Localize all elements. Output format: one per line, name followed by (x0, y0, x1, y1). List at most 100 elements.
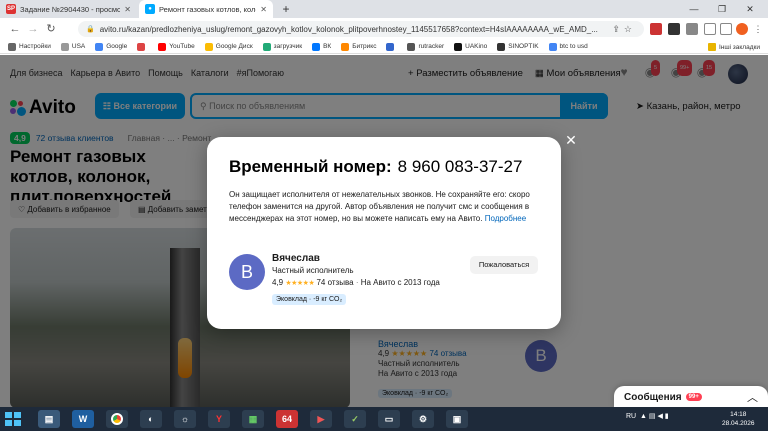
reviews-count[interactable]: 74 отзыва (316, 278, 353, 287)
share-star-icons[interactable]: ⇪☆ (612, 24, 636, 35)
bookmark[interactable]: Google Диск (204, 42, 253, 51)
app-64-icon[interactable]: 64 (276, 410, 298, 428)
tab-title: Ремонт газовых котлов, колонок (159, 4, 256, 14)
download-icon (262, 42, 271, 51)
windows-start-icon[interactable] (4, 411, 22, 427)
bookmark-label: Битрикс (352, 43, 377, 50)
vk-icon (312, 42, 321, 51)
bookmark-label: USA (71, 43, 86, 50)
forward-icon[interactable]: → (26, 22, 40, 36)
yandex-icon[interactable]: Y (208, 410, 230, 428)
rutracker-icon (407, 42, 416, 51)
bookmark[interactable]: USA (60, 42, 86, 51)
menu-icon[interactable]: ⋮ (752, 23, 764, 35)
google-icon (548, 42, 557, 51)
maximize-icon[interactable]: ❐ (708, 4, 736, 15)
seller-type: Частный исполнитель (272, 266, 354, 275)
bookmark-label: Настройки (19, 43, 51, 50)
clock[interactable]: 14:18 28.04.2026 (722, 410, 755, 428)
date: 28.04.2026 (722, 420, 755, 427)
tab-avito[interactable]: ● Ремонт газовых котлов, колонок ✕ (139, 0, 273, 18)
close-icon[interactable]: ✕ (563, 132, 579, 148)
bookmark-label: ВК (323, 43, 332, 50)
extension-icon[interactable] (668, 23, 680, 35)
more-link[interactable]: Подробнее (485, 214, 527, 223)
sp-icon: SP (6, 4, 16, 14)
close-icon[interactable]: ✕ (124, 5, 131, 14)
new-tab-button[interactable]: + (278, 1, 294, 17)
app-icon[interactable]: ▶ (310, 410, 332, 428)
lock-icon: 🔒 (86, 26, 95, 33)
chevron-up-icon[interactable]: ︿ (747, 389, 758, 405)
bookmark[interactable]: YouTube (158, 42, 195, 51)
bookmark-label: Інші закладки (718, 43, 760, 51)
messages-badge: 99+ (685, 393, 702, 401)
bookmark-label: btc to usd (559, 43, 588, 50)
bookmark[interactable]: ВК (312, 42, 332, 51)
bookmark-label: Google Диск (215, 43, 253, 50)
window-controls: — ❐ ✕ (680, 0, 764, 18)
bookmark[interactable]: Google (95, 42, 128, 51)
seller-name[interactable]: Вячеслав (272, 253, 440, 265)
seller-avatar[interactable]: В (229, 254, 265, 290)
close-icon[interactable]: ✕ (260, 5, 267, 14)
bookmark-label: rutracker (418, 43, 445, 50)
language-indicator[interactable]: RU (626, 413, 636, 420)
tab-title: Задание №2904430 - просмотр (20, 4, 121, 14)
seller-rating: 4,9 (272, 278, 284, 287)
complain-button[interactable]: Пожаловаться (470, 256, 538, 274)
bookmark-label: YouTube (169, 43, 195, 50)
sidepanel-icon[interactable] (720, 23, 732, 35)
seller-since: На Авито с 2013 года (360, 278, 440, 287)
profile-icon[interactable] (736, 23, 748, 35)
app-icon[interactable]: ☼ (174, 410, 196, 428)
modal-title: Временный номер: 8 960 083-37-27 (229, 157, 522, 177)
chrome-icon[interactable] (106, 410, 128, 428)
drive-icon (204, 42, 213, 51)
other-bookmarks[interactable]: Інші закладки (707, 40, 760, 54)
puzzle-icon[interactable] (704, 23, 716, 35)
messages-widget[interactable]: Сообщения 99+ ︿ (614, 386, 768, 408)
app-label: 64 (281, 414, 292, 424)
defender-icon[interactable]: W (72, 410, 94, 428)
windows-taskbar: ▤ W ◐ ☼ Y ▦ 64 ▶ ✓ ▭ ⚙ ▣ RU ▲ ▤ ◀ ▮ 14:1… (0, 407, 768, 431)
tab-task[interactable]: SP Задание №2904430 - просмотр ✕ (0, 0, 137, 18)
system-tray[interactable]: RU ▲ ▤ ◀ ▮ (626, 412, 669, 420)
app-icon[interactable]: ✓ (344, 410, 366, 428)
minimize-icon[interactable]: — (680, 4, 708, 14)
app-icon[interactable]: ◐ (140, 410, 162, 428)
bookmarks-bar: Настройки USA Google YouTube Google Диск… (0, 40, 768, 54)
extension-icon[interactable] (686, 23, 698, 35)
bookmark[interactable]: Настройки (8, 42, 51, 51)
bookmark[interactable]: Битрикс (341, 42, 377, 51)
bookmark[interactable] (137, 42, 148, 51)
back-icon[interactable]: ← (8, 22, 22, 36)
app-icon[interactable]: ▣ (446, 410, 468, 428)
app-icon[interactable]: ▦ (242, 410, 264, 428)
gmail-icon (137, 42, 146, 51)
bookmark-label: загрузчик (273, 43, 303, 50)
extension-icon[interactable] (650, 23, 662, 35)
bookmark[interactable]: загрузчик (262, 42, 303, 51)
phone-number: 8 960 083-37-27 (397, 157, 523, 176)
bookmark-label: Google (106, 43, 128, 50)
bookmark[interactable]: btc to usd (548, 42, 588, 51)
bookmark[interactable]: SINOPTIK (497, 42, 539, 51)
modal-title-label: Временный номер: (229, 157, 392, 176)
explorer-icon[interactable]: ▤ (38, 410, 60, 428)
app-icon[interactable]: ⚙ (412, 410, 434, 428)
folder-icon (707, 43, 716, 51)
bookmark[interactable]: UAKino (454, 42, 488, 51)
close-window-icon[interactable]: ✕ (736, 4, 764, 15)
avito-icon: ● (145, 4, 155, 14)
bookmark[interactable] (386, 42, 397, 51)
bookmark-label: UAKino (465, 43, 488, 50)
messages-label: Сообщения (624, 391, 682, 403)
reload-icon[interactable]: ↻ (44, 22, 58, 36)
sinoptik-icon (497, 42, 506, 51)
app-icon[interactable]: ▭ (378, 410, 400, 428)
uakino-icon (454, 42, 463, 51)
seller-info: Вячеслав Частный исполнитель 4,9 ★★★★★ 7… (272, 253, 440, 287)
url-field[interactable]: 🔒 avito.ru/kazan/predlozheniya_uslug/rem… (78, 21, 644, 37)
bookmark[interactable]: rutracker (407, 42, 445, 51)
